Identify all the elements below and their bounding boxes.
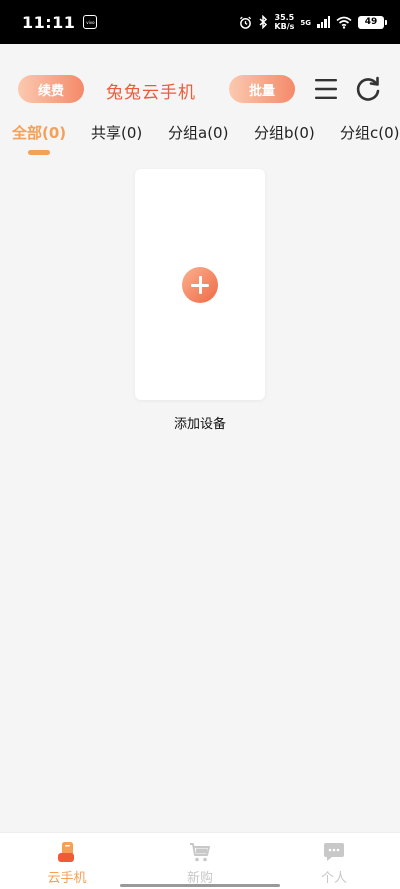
- menu-icon[interactable]: [313, 76, 339, 102]
- refresh-icon[interactable]: [354, 75, 382, 103]
- status-right: 35.5 KB/s 5G 49: [239, 13, 387, 31]
- plus-icon[interactable]: [182, 267, 218, 303]
- net-speed-unit: KB/s: [274, 22, 295, 31]
- status-time: 11:11: [22, 12, 76, 32]
- nav-personal-label: 个人: [320, 871, 347, 886]
- tab-group-c[interactable]: 分组c(0): [340, 122, 400, 143]
- wifi-icon: [336, 16, 352, 29]
- tab-shared[interactable]: 共享(0): [91, 122, 142, 143]
- battery-level: 49: [364, 17, 378, 27]
- batch-button-label: 批量: [248, 83, 275, 99]
- net-speed-value: 35.5: [274, 13, 295, 22]
- tab-group-b[interactable]: 分组b(0): [254, 122, 315, 143]
- renew-button[interactable]: 续费: [18, 75, 84, 103]
- net-speed: 35.5 KB/s: [274, 13, 294, 31]
- status-bar: 11:11 vivo 35.5 KB/s 5G 49: [0, 0, 400, 44]
- add-device-label: 添加设备: [173, 417, 226, 432]
- vivo-app-icon: vivo: [83, 15, 98, 29]
- tab-all[interactable]: 全部(0): [12, 122, 66, 143]
- network-tag: 5G: [300, 19, 311, 27]
- status-left: 11:11 vivo: [22, 12, 98, 32]
- bottom-nav: 云手机 新购 个人: [0, 832, 400, 889]
- signal-icon: [317, 16, 330, 28]
- cloud-phone-icon: [58, 842, 74, 862]
- top-header: 续费 兔兔云手机 批量: [0, 70, 400, 108]
- nav-new-purchase[interactable]: 新购: [160, 841, 240, 886]
- home-indicator[interactable]: [120, 884, 280, 887]
- tab-active-indicator: [28, 150, 50, 155]
- renew-button-label: 续费: [37, 83, 64, 99]
- nav-cloud-phone[interactable]: 云手机: [27, 841, 107, 886]
- batch-button[interactable]: 批量: [229, 75, 295, 103]
- battery-icon: 49: [358, 15, 387, 29]
- tab-group-a[interactable]: 分组a(0): [168, 122, 228, 143]
- add-device-card[interactable]: [135, 169, 265, 400]
- nav-cloud-phone-label: 云手机: [47, 871, 87, 886]
- cart-icon: [190, 843, 210, 862]
- nav-personal[interactable]: 个人: [294, 841, 374, 886]
- chat-bubble-icon: [324, 843, 344, 861]
- app-title: 兔兔云手机: [106, 83, 196, 103]
- alarm-icon: [240, 16, 252, 29]
- bluetooth-icon: [259, 15, 268, 29]
- group-tabs: 全部(0) 共享(0) 分组a(0) 分组b(0) 分组c(0): [0, 120, 400, 160]
